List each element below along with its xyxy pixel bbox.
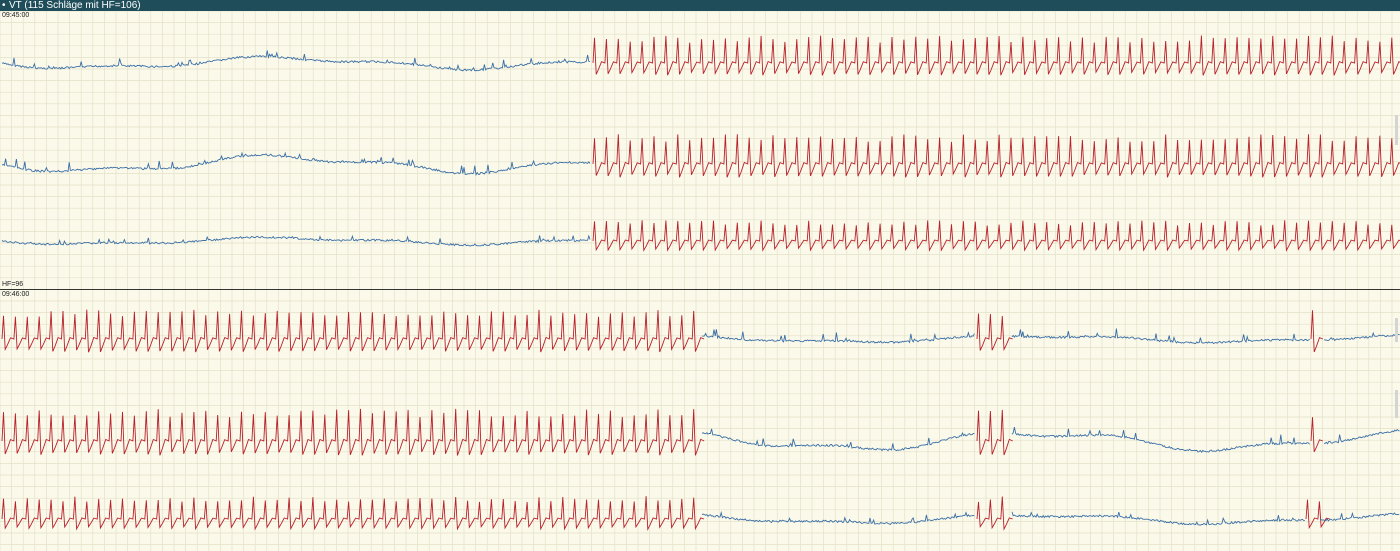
- vt-beat-trace: [1, 408, 705, 456]
- vt-beat-trace: [592, 220, 1400, 252]
- strip-2-scroll-handle[interactable]: [1395, 318, 1398, 342]
- vt-beat-trace: [1305, 499, 1330, 530]
- vt-beat-trace: [592, 134, 1400, 178]
- normal-beat-trace: [1323, 428, 1400, 445]
- strip-2-time-label: 09:46:00: [2, 291, 30, 298]
- strip-1-scroll-handle[interactable]: [1395, 115, 1398, 145]
- normal-beat-trace: [701, 329, 975, 344]
- vt-beat-trace: [1, 496, 705, 532]
- strip-title-bar[interactable]: • VT (115 Schläge mit HF=106): [0, 0, 1400, 11]
- vt-beat-trace: [976, 496, 1013, 531]
- ecg-canvas[interactable]: [0, 11, 1400, 551]
- normal-beat-trace: [1323, 331, 1400, 342]
- vt-beat-trace: [976, 313, 1013, 352]
- vt-beat-trace: [592, 35, 1400, 76]
- normal-beat-trace: [1319, 511, 1400, 522]
- vt-beat-trace: [1310, 310, 1324, 353]
- normal-beat-trace: [1011, 427, 1310, 453]
- strip-2-lead-2-scroll-handle[interactable]: [1395, 390, 1398, 418]
- normal-beat-trace: [701, 510, 975, 525]
- ecg-grid-area[interactable]: [0, 11, 1400, 551]
- bullet-icon: •: [2, 0, 6, 11]
- strip-1-hr-label: HF=96: [2, 281, 24, 288]
- vt-beat-trace: [1, 309, 705, 353]
- normal-beat-trace: [1, 50, 591, 72]
- normal-beat-trace: [701, 428, 975, 452]
- vt-beat-trace: [1310, 417, 1324, 452]
- grid-lines: [0, 11, 1400, 551]
- strip-divider: [0, 289, 1400, 290]
- normal-beat-trace: [1, 234, 591, 247]
- strip-title: VT (115 Schläge mit HF=106): [9, 0, 141, 11]
- normal-beat-trace: [1, 151, 591, 177]
- strip-1-time-label: 09:45:00: [2, 12, 30, 19]
